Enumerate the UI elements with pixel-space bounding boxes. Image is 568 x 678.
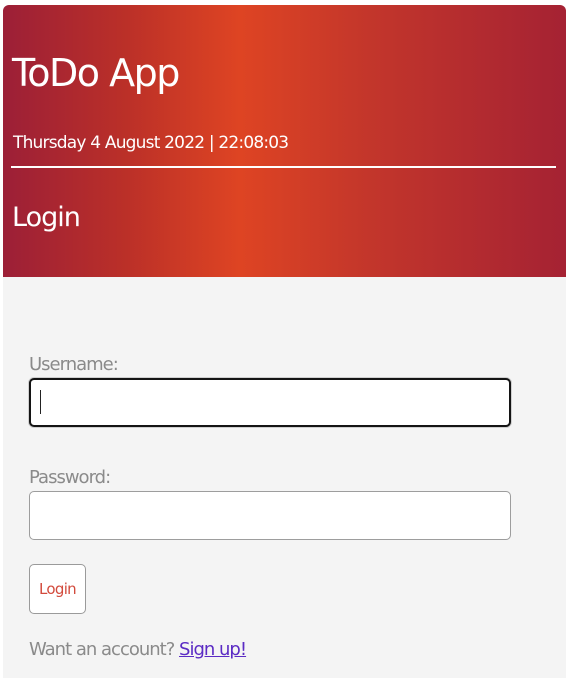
login-form: Username: Password: Login Want an accoun… <box>3 277 566 678</box>
text-cursor <box>40 390 41 414</box>
header-divider <box>11 166 556 168</box>
password-input[interactable] <box>29 491 511 540</box>
app-title: ToDo App <box>12 51 180 95</box>
password-label: Password: <box>29 467 111 488</box>
page-title: Login <box>12 202 81 233</box>
login-button[interactable]: Login <box>29 564 86 614</box>
username-input[interactable] <box>29 378 511 427</box>
signup-prompt-line: Want an account? Sign up! <box>29 638 247 662</box>
date-time-display: Thursday 4 August 2022 | 22:08:03 <box>13 133 289 153</box>
app-header: ToDo App Thursday 4 August 2022 | 22:08:… <box>3 5 566 277</box>
login-card: ToDo App Thursday 4 August 2022 | 22:08:… <box>3 5 566 678</box>
signup-link[interactable]: Sign up! <box>179 639 247 660</box>
signup-prompt: Want an account? <box>29 639 175 660</box>
username-label: Username: <box>29 354 119 375</box>
